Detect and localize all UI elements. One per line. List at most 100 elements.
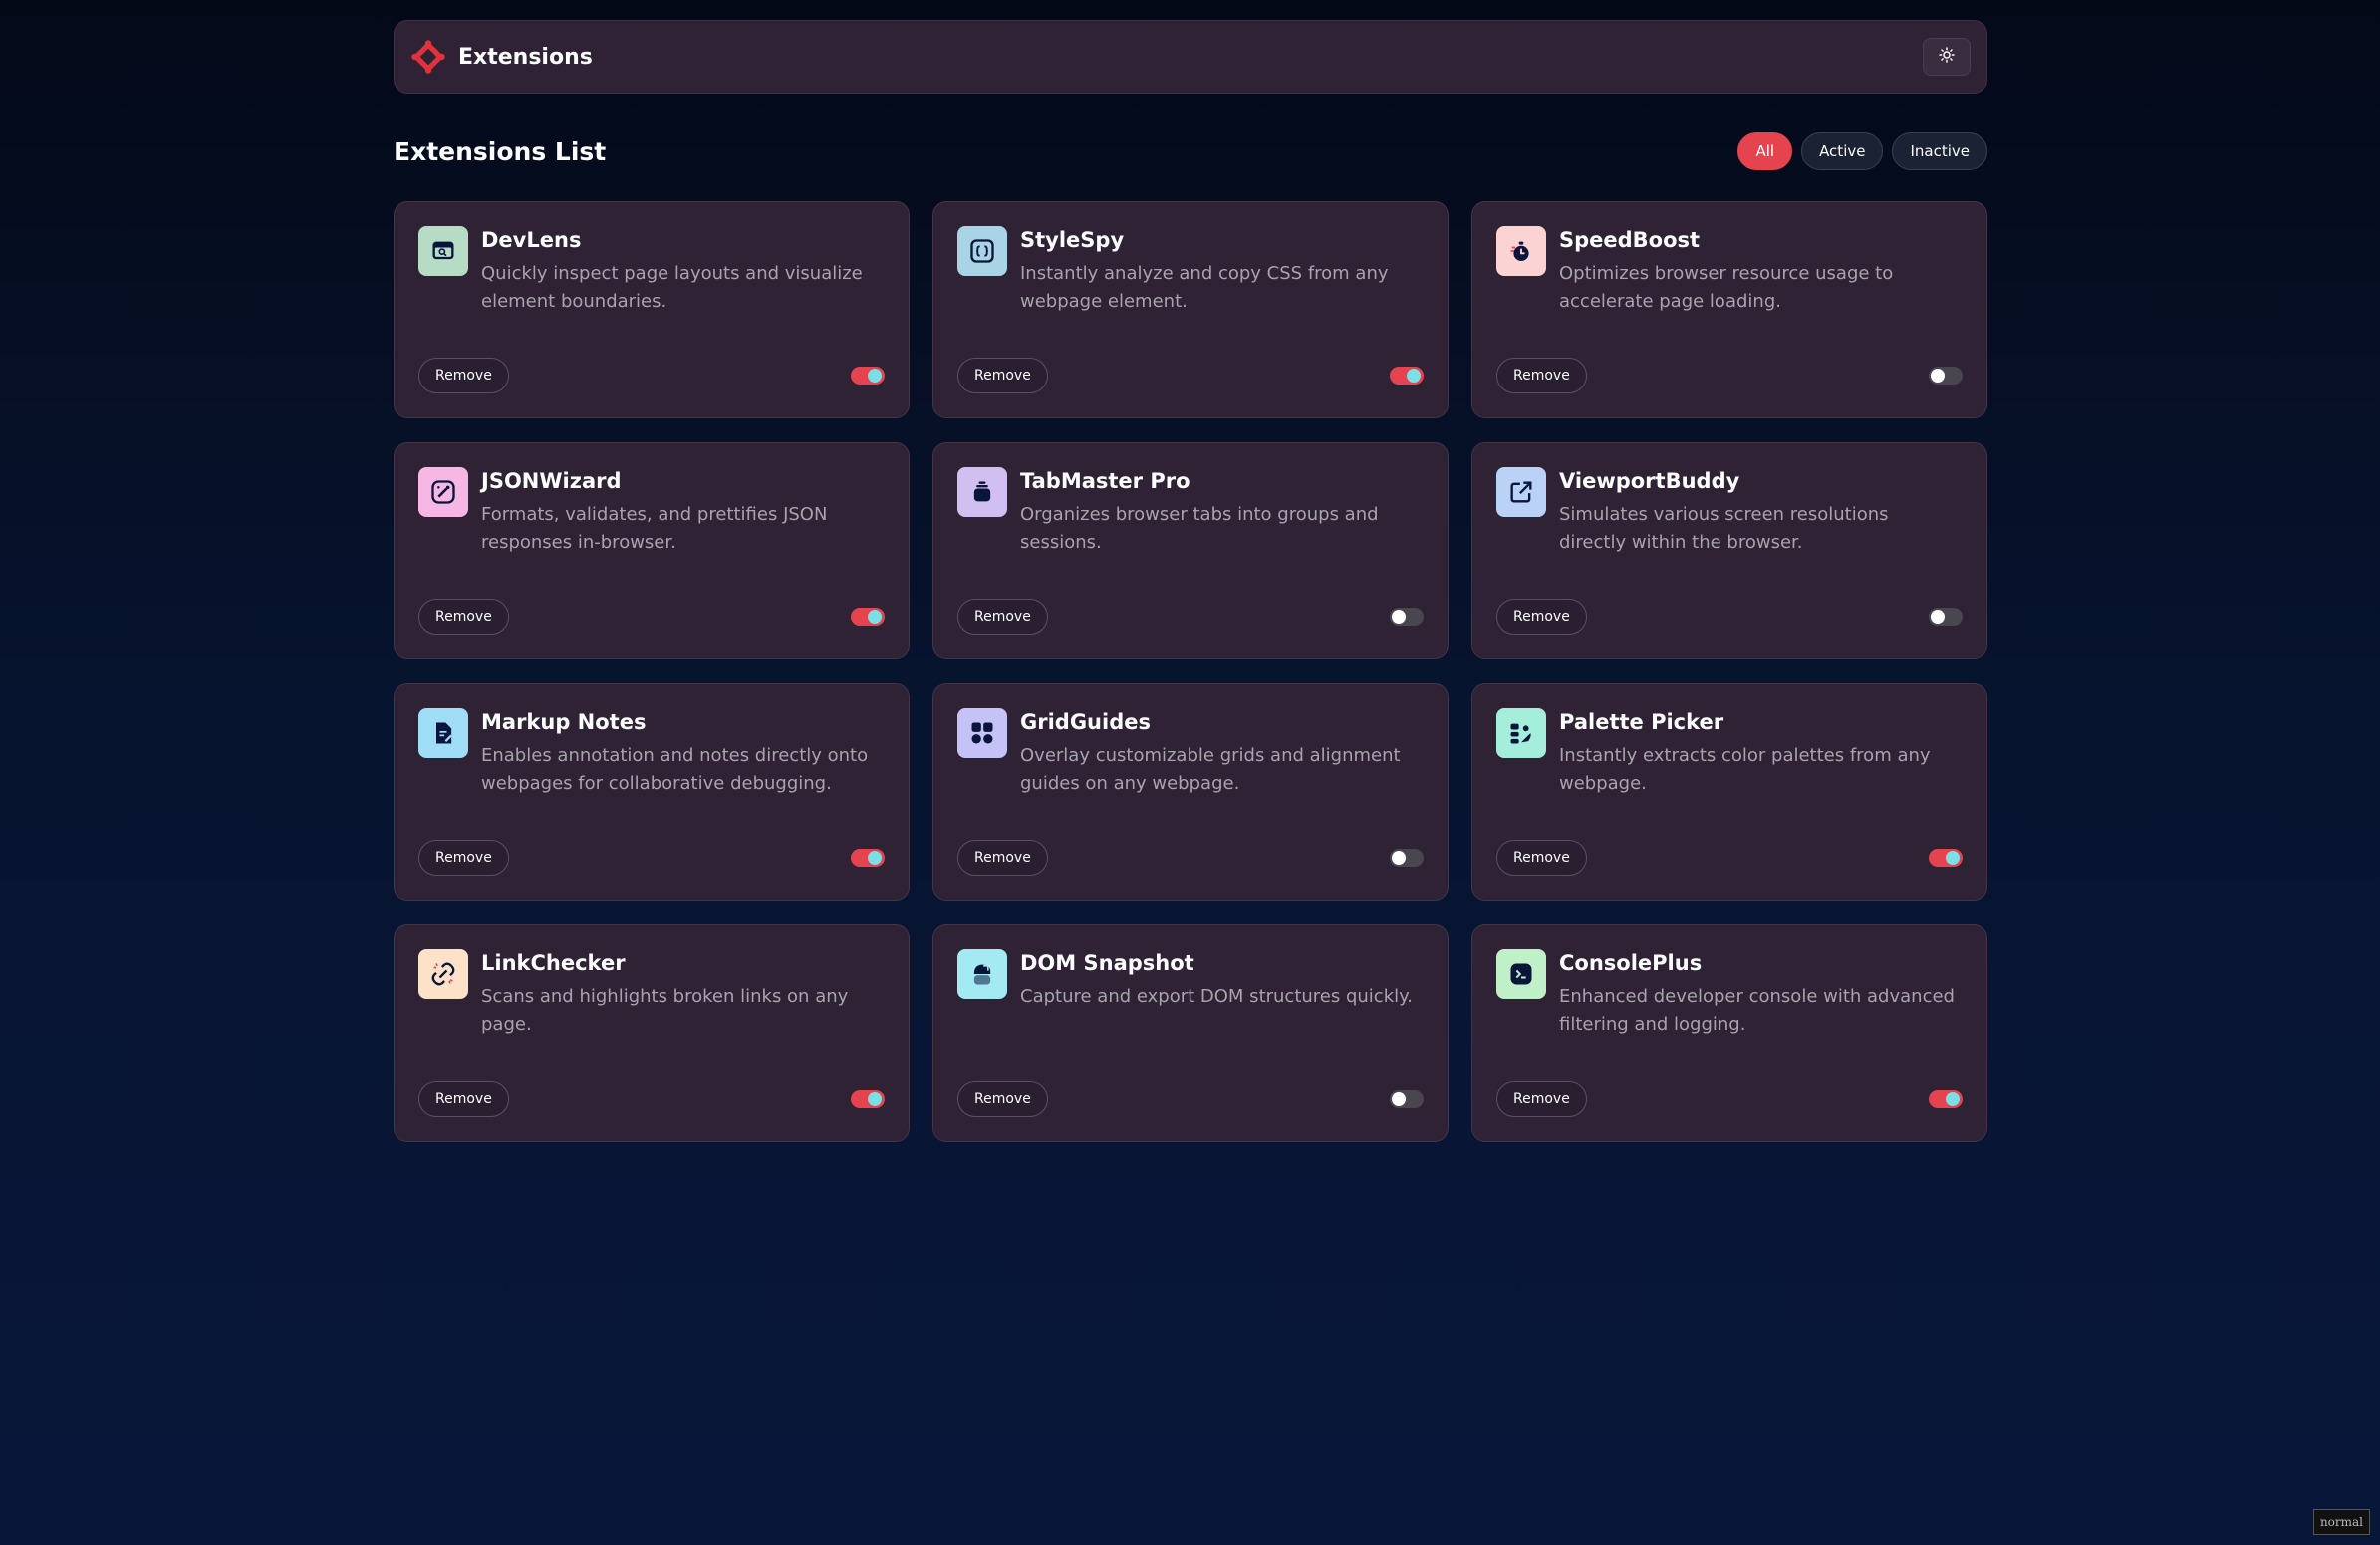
extension-name: Markup Notes (481, 710, 647, 734)
extension-card: ViewportBuddy Simulates various screen re… (1471, 442, 1987, 659)
remove-button[interactable]: Remove (418, 358, 509, 393)
extension-card: DevLens Quickly inspect page layouts and … (394, 201, 910, 418)
grid-icon (957, 708, 1007, 758)
card-text: ConsolePlus Enhanced developer console wi… (1559, 949, 1958, 1039)
list-title: Extensions List (394, 136, 607, 166)
card-text: DevLens Quickly inspect page layouts and … (481, 226, 880, 316)
app-name: Extensions (458, 44, 593, 70)
card-header: LinkChecker Scans and highlights broken l… (418, 949, 885, 1039)
extension-name: DevLens (481, 228, 582, 252)
toggle-knob (1931, 369, 1945, 383)
enable-toggle[interactable] (851, 1090, 885, 1108)
wand-icon (418, 467, 468, 517)
card-actions: Remove (1496, 840, 1963, 876)
card-header: SpeedBoost Optimizes browser resource usa… (1496, 226, 1963, 316)
extension-description: Capture and export DOM structures quickl… (1020, 986, 1413, 1007)
extension-description: Scans and highlights broken links on any… (481, 986, 849, 1035)
brand: Extensions (410, 39, 593, 75)
card-actions: Remove (957, 599, 1424, 635)
inspect-icon (418, 226, 468, 276)
remove-button[interactable]: Remove (957, 1081, 1048, 1117)
toggle-knob (1407, 369, 1421, 383)
remove-button[interactable]: Remove (418, 1081, 509, 1117)
filter-active-button[interactable]: Active (1801, 132, 1884, 170)
filter-inactive-button[interactable]: Inactive (1892, 132, 1987, 170)
card-actions: Remove (957, 358, 1424, 393)
css-braces-icon (957, 226, 1007, 276)
toggle-knob (868, 369, 882, 383)
card-header: ConsolePlus Enhanced developer console wi… (1496, 949, 1963, 1039)
remove-button[interactable]: Remove (418, 840, 509, 876)
enable-toggle[interactable] (1929, 1090, 1963, 1108)
card-header: TabMaster Pro Organizes browser tabs into… (957, 467, 1424, 557)
link-icon (418, 949, 468, 999)
card-actions: Remove (1496, 1081, 1963, 1117)
viewport-icon (1496, 467, 1546, 517)
theme-toggle-button[interactable] (1923, 38, 1971, 76)
card-text: GridGuides Overlay customizable grids and… (1020, 708, 1419, 798)
enable-toggle[interactable] (1929, 367, 1963, 385)
terminal-icon (1496, 949, 1546, 999)
enable-toggle[interactable] (851, 849, 885, 867)
extension-description: Instantly extracts color palettes from a… (1559, 745, 1931, 794)
extension-name: DOM Snapshot (1020, 951, 1194, 975)
toggle-knob (868, 610, 882, 624)
card-actions: Remove (418, 840, 885, 876)
card-actions: Remove (418, 1081, 885, 1117)
remove-button[interactable]: Remove (957, 840, 1048, 876)
logo-icon (410, 39, 446, 75)
toggle-knob (868, 851, 882, 865)
enable-toggle[interactable] (1390, 849, 1424, 867)
extension-card: LinkChecker Scans and highlights broken l… (394, 924, 910, 1142)
card-actions: Remove (1496, 599, 1963, 635)
remove-button[interactable]: Remove (1496, 358, 1587, 393)
palette-icon (1496, 708, 1546, 758)
filter-all-button[interactable]: All (1737, 132, 1793, 170)
card-text: Markup Notes Enables annotation and notes… (481, 708, 880, 798)
toggle-knob (868, 1092, 882, 1106)
extension-card: Markup Notes Enables annotation and notes… (394, 683, 910, 901)
extension-description: Instantly analyze and copy CSS from any … (1020, 263, 1389, 312)
toggle-knob (1392, 1092, 1406, 1106)
card-header: ViewportBuddy Simulates various screen re… (1496, 467, 1963, 557)
mode-badge: normal (2312, 1509, 2370, 1535)
extension-description: Overlay customizable grids and alignment… (1020, 745, 1401, 794)
enable-toggle[interactable] (1390, 1090, 1424, 1108)
remove-button[interactable]: Remove (1496, 599, 1587, 635)
extension-name: StyleSpy (1020, 228, 1125, 252)
stopwatch-icon (1496, 226, 1546, 276)
toggle-knob (1946, 1092, 1960, 1106)
extension-name: TabMaster Pro (1020, 469, 1190, 493)
enable-toggle[interactable] (851, 367, 885, 385)
card-header: JSONWizard Formats, validates, and pretti… (418, 467, 885, 557)
extension-description: Quickly inspect page layouts and visuali… (481, 263, 863, 312)
remove-button[interactable]: Remove (1496, 1081, 1587, 1117)
extension-name: Palette Picker (1559, 710, 1724, 734)
extension-description: Enhanced developer console with advanced… (1559, 986, 1955, 1035)
tabs-icon (957, 467, 1007, 517)
extension-description: Formats, validates, and prettifies JSON … (481, 504, 828, 553)
remove-button[interactable]: Remove (418, 599, 509, 635)
enable-toggle[interactable] (1929, 849, 1963, 867)
remove-button[interactable]: Remove (1496, 840, 1587, 876)
remove-button[interactable]: Remove (957, 358, 1048, 393)
enable-toggle[interactable] (851, 608, 885, 626)
page-container: Extensions Extensions List All Active In… (394, 20, 1987, 1142)
extension-card: SpeedBoost Optimizes browser resource usa… (1471, 201, 1987, 418)
top-bar: Extensions (394, 20, 1987, 94)
card-text: DOM Snapshot Capture and export DOM struc… (1020, 949, 1419, 1011)
enable-toggle[interactable] (1390, 367, 1424, 385)
remove-button[interactable]: Remove (957, 599, 1048, 635)
enable-toggle[interactable] (1929, 608, 1963, 626)
extension-name: ViewportBuddy (1559, 469, 1740, 493)
extension-name: SpeedBoost (1559, 228, 1701, 252)
toggle-knob (1392, 610, 1406, 624)
extension-name: LinkChecker (481, 951, 626, 975)
extension-description: Organizes browser tabs into groups and s… (1020, 504, 1379, 553)
snapshot-icon (957, 949, 1007, 999)
card-text: SpeedBoost Optimizes browser resource usa… (1559, 226, 1958, 316)
extension-description: Optimizes browser resource usage to acce… (1559, 263, 1894, 312)
extensions-grid: DevLens Quickly inspect page layouts and … (394, 201, 1987, 1142)
enable-toggle[interactable] (1390, 608, 1424, 626)
card-header: GridGuides Overlay customizable grids and… (957, 708, 1424, 798)
